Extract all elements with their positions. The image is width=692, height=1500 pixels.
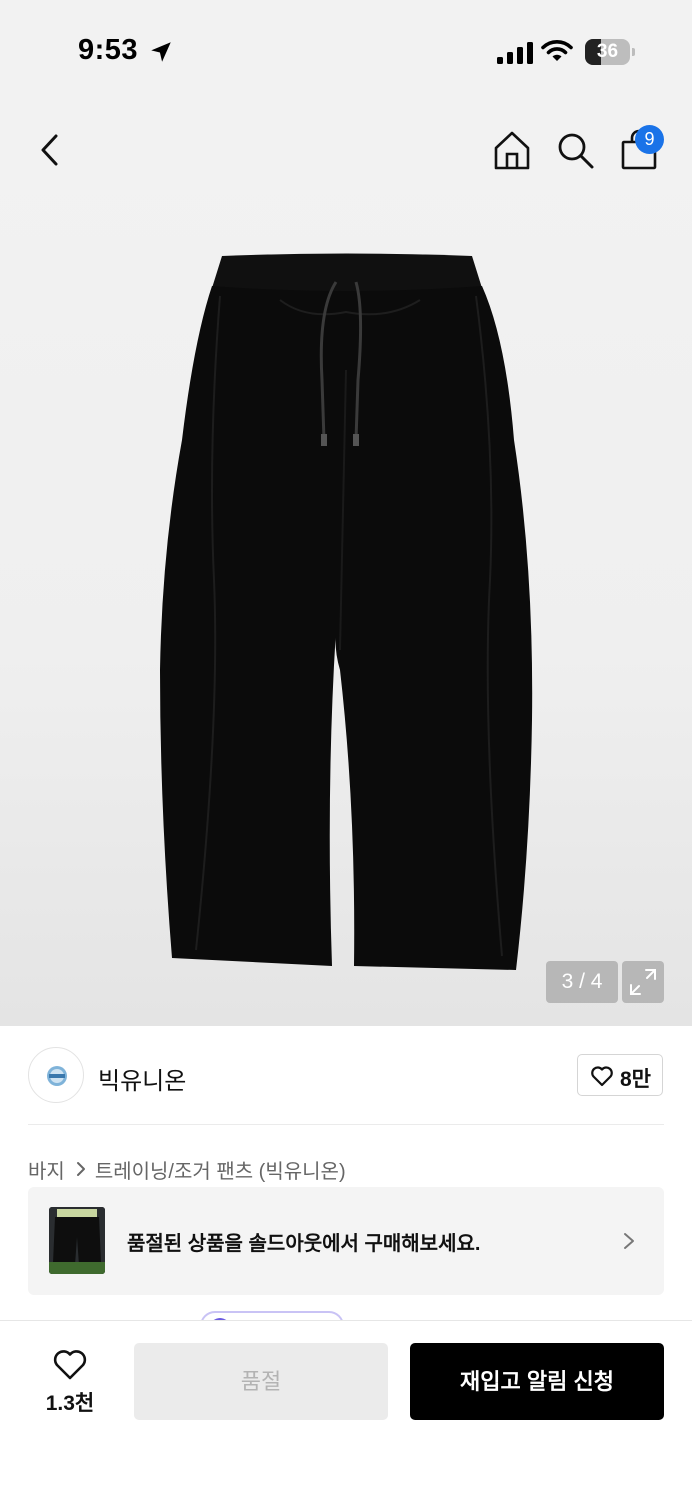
- brand-like-button[interactable]: 8만: [577, 1054, 663, 1096]
- back-chevron-icon[interactable]: [28, 128, 72, 172]
- bottom-action-bar: 1.3천 품절 재입고 알림 신청: [0, 1320, 692, 1500]
- banner-thumbnail: [49, 1207, 105, 1274]
- cellular-signal-icon: [497, 42, 533, 64]
- breadcrumb-category[interactable]: 바지: [28, 1155, 65, 1184]
- wifi-icon: [541, 40, 573, 61]
- status-bar: 9:53 36: [0, 0, 692, 100]
- heart-outline-icon: [53, 1350, 87, 1380]
- wishlist-count: 1.3천: [45, 1392, 95, 1415]
- divider: [28, 1124, 664, 1125]
- breadcrumb: 바지 트레이닝/조거 팬츠 (빅유니온): [28, 1155, 346, 1184]
- soldout-banner[interactable]: 품절된 상품을 솔드아웃에서 구매해보세요.: [28, 1187, 664, 1295]
- location-arrow-icon: [151, 42, 171, 62]
- wishlist-button[interactable]: 1.3천: [32, 1347, 108, 1417]
- home-icon[interactable]: [490, 128, 534, 172]
- cart-count-badge: 9: [635, 125, 664, 154]
- brand-logo-emblem: [47, 1066, 67, 1086]
- brand-name[interactable]: 빅유니온: [98, 1061, 186, 1096]
- breadcrumb-subcategory[interactable]: 트레이닝/조거 팬츠 (빅유니온): [95, 1155, 346, 1184]
- soldout-banner-text: 품절된 상품을 솔드아웃에서 구매해보세요.: [127, 1233, 481, 1255]
- search-icon[interactable]: [553, 128, 597, 172]
- restock-alert-button[interactable]: 재입고 알림 신청: [410, 1343, 664, 1420]
- brand-like-count: 8만: [620, 1068, 651, 1091]
- product-image-gallery[interactable]: 9 3 / 4: [0, 100, 692, 1026]
- battery-icon: 36: [585, 39, 635, 65]
- status-time: 9:53: [78, 34, 139, 66]
- expand-arrows-icon: [630, 969, 656, 995]
- battery-level: 36: [596, 41, 619, 62]
- image-counter: 3 / 4: [546, 961, 618, 1003]
- expand-image-button[interactable]: [622, 961, 664, 1003]
- chevron-right-icon: [624, 1233, 634, 1249]
- product-photo: [160, 253, 533, 970]
- soldout-button[interactable]: 품절: [134, 1343, 388, 1420]
- heart-outline-icon: [591, 1066, 613, 1087]
- chevron-right-icon: [76, 1162, 85, 1176]
- brand-logo[interactable]: [28, 1047, 84, 1103]
